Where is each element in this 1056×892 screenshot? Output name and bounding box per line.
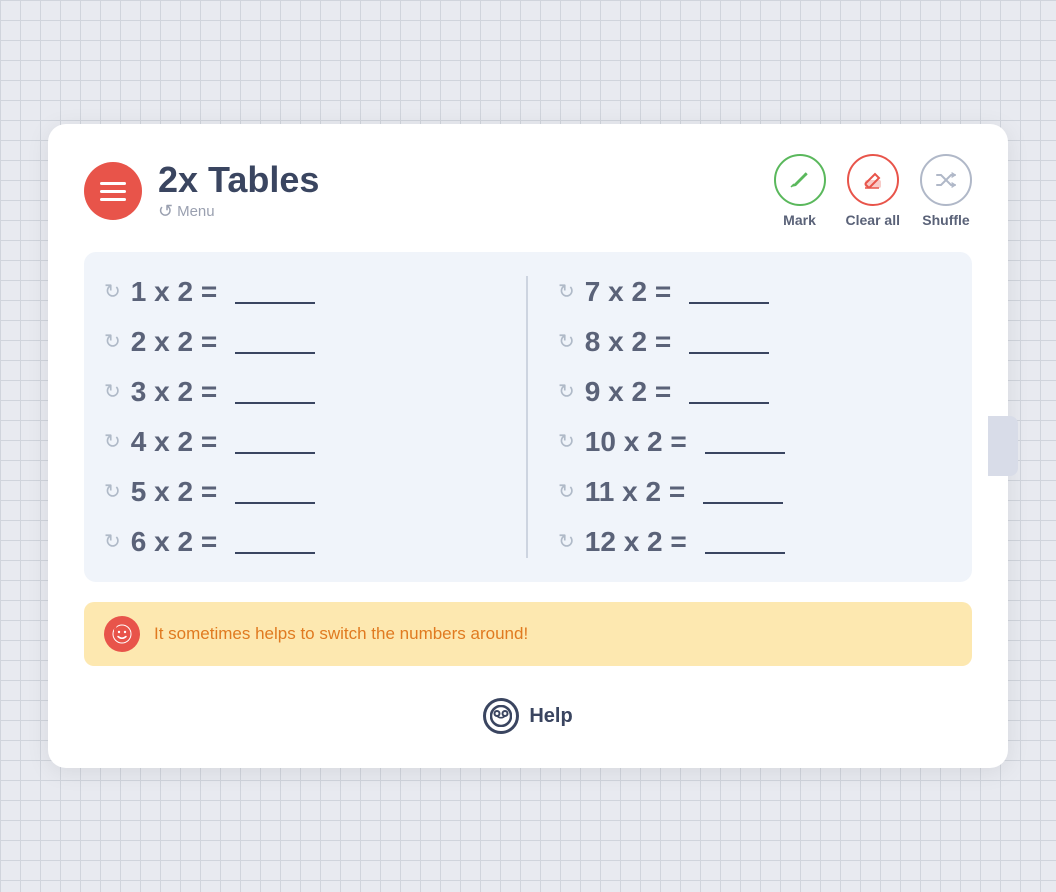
hint-text: It sometimes helps to switch the numbers… (154, 624, 528, 644)
page-title: 2x Tables (158, 160, 319, 200)
problem-row: ↻ 5 x 2 = (104, 476, 506, 508)
answer-line (689, 402, 769, 404)
problem-row: ↻ 12 x 2 = (558, 526, 952, 558)
problem-text: 10 x 2 = (585, 426, 687, 458)
refresh-icon[interactable]: ↻ (558, 429, 575, 454)
answer-line (705, 552, 785, 554)
answer-line (235, 502, 315, 504)
problem-text: 8 x 2 = (585, 326, 671, 358)
problem-row: ↻ 2 x 2 = (104, 326, 506, 358)
answer-line (235, 452, 315, 454)
problem-row: ↻ 1 x 2 = (104, 276, 506, 308)
problem-text: 4 x 2 = (131, 426, 217, 458)
problem-text: 7 x 2 = (585, 276, 671, 308)
problem-text: 2 x 2 = (131, 326, 217, 358)
refresh-icon[interactable]: ↻ (104, 279, 121, 304)
main-card: 2x Tables ↺ Menu Mark (48, 124, 1008, 768)
problem-row: ↻ 11 x 2 = (558, 476, 952, 508)
right-column: ↻ 7 x 2 = ↻ 8 x 2 = ↻ 9 x 2 = ↻ 10 x 2 = (528, 276, 952, 558)
header: 2x Tables ↺ Menu Mark (84, 154, 972, 228)
problem-row: ↻ 7 x 2 = (558, 276, 952, 308)
side-tab (988, 416, 1018, 476)
refresh-icon[interactable]: ↻ (104, 379, 121, 404)
menu-button[interactable] (84, 162, 142, 220)
answer-line (705, 452, 785, 454)
problem-row: ↻ 8 x 2 = (558, 326, 952, 358)
answer-line (235, 552, 315, 554)
problem-row: ↻ 6 x 2 = (104, 526, 506, 558)
title-block: 2x Tables ↺ Menu (158, 160, 319, 223)
refresh-icon[interactable]: ↻ (558, 529, 575, 554)
problem-text: 3 x 2 = (131, 376, 217, 408)
left-column: ↻ 1 x 2 = ↻ 2 x 2 = ↻ 3 x 2 = ↻ 4 x 2 = (104, 276, 528, 558)
clear-all-button[interactable]: Clear all (846, 154, 900, 228)
hint-smiley-icon (104, 616, 140, 652)
answer-line (703, 502, 783, 504)
problem-row: ↻ 9 x 2 = (558, 376, 952, 408)
menu-curve-icon: ↺ (158, 201, 173, 222)
answer-line (235, 302, 315, 304)
menu-label: ↺ Menu (158, 201, 319, 222)
problem-text: 12 x 2 = (585, 526, 687, 558)
problem-row: ↻ 4 x 2 = (104, 426, 506, 458)
clear-all-label: Clear all (846, 212, 900, 228)
help-icon (483, 698, 519, 734)
problem-text: 11 x 2 = (585, 476, 685, 508)
help-label: Help (529, 705, 572, 728)
problem-text: 6 x 2 = (131, 526, 217, 558)
mark-label: Mark (783, 212, 816, 228)
refresh-icon[interactable]: ↻ (104, 429, 121, 454)
mark-button[interactable]: Mark (774, 154, 826, 228)
help-button[interactable]: Help (84, 690, 972, 738)
refresh-icon[interactable]: ↻ (558, 329, 575, 354)
clear-all-icon (847, 154, 899, 206)
problem-text: 9 x 2 = (585, 376, 671, 408)
problem-row: ↻ 10 x 2 = (558, 426, 952, 458)
refresh-icon[interactable]: ↻ (558, 379, 575, 404)
refresh-icon[interactable]: ↻ (104, 479, 121, 504)
hint-bar: It sometimes helps to switch the numbers… (84, 602, 972, 666)
refresh-icon[interactable]: ↻ (558, 279, 575, 304)
shuffle-button[interactable]: Shuffle (920, 154, 972, 228)
answer-line (689, 302, 769, 304)
refresh-icon[interactable]: ↻ (104, 529, 121, 554)
header-left: 2x Tables ↺ Menu (84, 160, 319, 223)
problems-grid: ↻ 1 x 2 = ↻ 2 x 2 = ↻ 3 x 2 = ↻ 4 x 2 = (104, 276, 952, 558)
refresh-icon[interactable]: ↻ (558, 479, 575, 504)
answer-line (235, 352, 315, 354)
shuffle-label: Shuffle (922, 212, 969, 228)
problem-row: ↻ 3 x 2 = (104, 376, 506, 408)
mark-icon (774, 154, 826, 206)
problems-area: ↻ 1 x 2 = ↻ 2 x 2 = ↻ 3 x 2 = ↻ 4 x 2 = (84, 252, 972, 582)
shuffle-icon (920, 154, 972, 206)
problem-text: 5 x 2 = (131, 476, 217, 508)
toolbar: Mark Clear all (774, 154, 972, 228)
answer-line (689, 352, 769, 354)
problem-text: 1 x 2 = (131, 276, 217, 308)
answer-line (235, 402, 315, 404)
refresh-icon[interactable]: ↻ (104, 329, 121, 354)
